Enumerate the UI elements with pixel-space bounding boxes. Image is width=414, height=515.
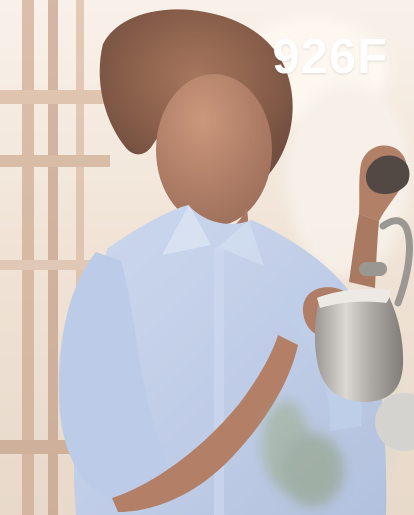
product-code-label: 926F — [272, 30, 388, 84]
photo-frame: 926F — [0, 0, 414, 515]
